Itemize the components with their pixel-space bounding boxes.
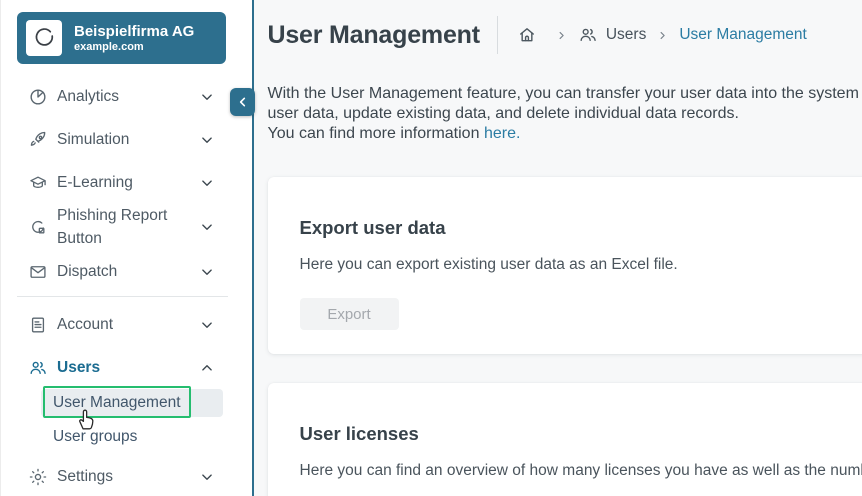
- sidebar-item-label: Settings: [57, 465, 198, 488]
- card-title: User licenses: [300, 423, 862, 445]
- sidebar-item-settings[interactable]: Settings: [1, 455, 252, 496]
- graduation-cap-icon: [28, 173, 48, 193]
- sidebar-item-users[interactable]: Users: [1, 346, 252, 389]
- sidebar-item-label: Dispatch: [57, 260, 198, 283]
- sidebar-item-label: Simulation: [57, 128, 198, 151]
- user-licenses-card: User licenses Here you can find an overv…: [268, 383, 862, 496]
- more-information-link[interactable]: here.: [484, 125, 520, 142]
- sidebar-item-label: Users: [57, 356, 198, 379]
- export-user-data-card: Export user data Here you can export exi…: [268, 177, 862, 354]
- chevron-down-icon: [198, 88, 216, 106]
- sidebar-divider: [17, 296, 228, 297]
- chevron-right-icon: [555, 29, 568, 42]
- sidebar: Beispielfirma AG example.com Analytics: [0, 0, 254, 496]
- card-description: Here you can find an overview of how man…: [300, 461, 862, 480]
- chevron-down-icon: [198, 218, 216, 236]
- org-text: Beispielfirma AG example.com: [74, 23, 194, 54]
- header-divider: [497, 16, 498, 54]
- sidebar-item-elearning[interactable]: E-Learning: [1, 161, 252, 204]
- home-icon: [517, 25, 537, 45]
- breadcrumb-label: Users: [606, 26, 646, 44]
- pie-chart-icon: [28, 87, 48, 107]
- chevron-right-icon: [656, 29, 669, 42]
- org-name: Beispielfirma AG: [74, 23, 194, 41]
- phishing-hook-icon: [28, 218, 48, 238]
- users-submenu: User Management User groups: [1, 389, 252, 451]
- sub-item-label: User Management: [53, 394, 181, 412]
- chevron-down-icon: [198, 468, 216, 486]
- intro-text: With the User Management feature, you ca…: [268, 84, 862, 144]
- export-button[interactable]: Export: [300, 298, 399, 330]
- sub-item-label: User groups: [53, 428, 137, 446]
- breadcrumb: Users User Management: [517, 25, 807, 45]
- sidebar-item-user-management[interactable]: User Management: [41, 389, 223, 417]
- sidebar-item-dispatch[interactable]: Dispatch: [1, 250, 252, 293]
- users-icon: [578, 25, 598, 45]
- sidebar-item-label: Account: [57, 313, 198, 336]
- envelope-icon: [28, 262, 48, 282]
- sidebar-item-label: Analytics: [57, 85, 198, 108]
- sidebar-item-account[interactable]: Account: [1, 303, 252, 346]
- sidebar-item-phishing-report-button[interactable]: Phishing Report Button: [1, 204, 252, 250]
- breadcrumb-home[interactable]: [517, 25, 545, 45]
- sidebar-collapse-button[interactable]: [230, 88, 255, 116]
- chevron-down-icon: [198, 174, 216, 192]
- breadcrumb-current: User Management: [679, 26, 807, 44]
- main-content: User Management: [257, 0, 862, 496]
- sidebar-item-label: E-Learning: [57, 171, 198, 194]
- breadcrumb-users[interactable]: Users: [578, 25, 646, 45]
- page-title: User Management: [268, 21, 480, 50]
- chevron-down-icon: [198, 316, 216, 334]
- org-domain: example.com: [74, 41, 194, 54]
- document-icon: [28, 315, 48, 335]
- sidebar-item-label: Phishing Report Button: [57, 204, 198, 250]
- rocket-icon: [28, 130, 48, 150]
- users-icon: [28, 358, 48, 378]
- sidebar-item-user-groups[interactable]: User groups: [41, 423, 223, 451]
- org-logo-icon: [26, 20, 62, 56]
- chevron-down-icon: [198, 131, 216, 149]
- sidebar-item-analytics[interactable]: Analytics: [1, 75, 252, 118]
- intro-line-3: You can find more information here.: [268, 124, 862, 144]
- intro-line-1: With the User Management feature, you ca…: [268, 84, 862, 104]
- intro-line-2: user data, update existing data, and del…: [268, 104, 862, 124]
- organization-card[interactable]: Beispielfirma AG example.com: [17, 12, 226, 64]
- card-description: Here you can export existing user data a…: [300, 255, 862, 274]
- sidebar-nav: Analytics Simulation: [1, 75, 252, 496]
- page-header: User Management: [268, 18, 862, 52]
- chevron-down-icon: [198, 263, 216, 281]
- sidebar-item-simulation[interactable]: Simulation: [1, 118, 252, 161]
- gear-icon: [28, 467, 48, 487]
- intro-line-3-text: You can find more information: [268, 125, 480, 142]
- card-title: Export user data: [300, 217, 862, 239]
- chevron-up-icon: [198, 359, 216, 377]
